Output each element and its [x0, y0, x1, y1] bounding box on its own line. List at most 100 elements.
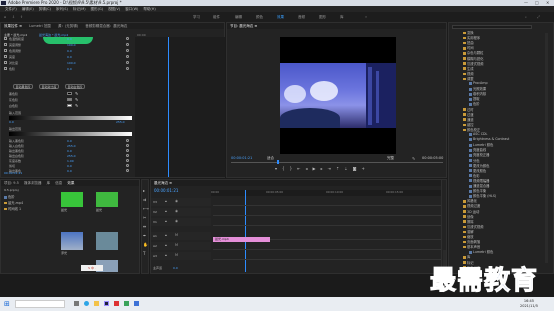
type-tool-icon[interactable]: T: [143, 251, 145, 256]
tab-project[interactable]: 项目: 9.5: [4, 181, 19, 185]
stopwatch-icon[interactable]: [126, 61, 129, 64]
eye-icon[interactable]: ◉: [175, 199, 178, 203]
input-range-low[interactable]: 0.0: [9, 120, 14, 124]
ec-keyframe-area[interactable]: [135, 37, 225, 177]
program-timecode[interactable]: 00:00:01:21: [231, 156, 252, 160]
app-icon[interactable]: [124, 301, 129, 306]
eyedropper-icon[interactable]: ✎: [75, 91, 78, 96]
input-range-high[interactable]: 255.0: [116, 120, 125, 124]
project-item[interactable]: 晨光.mp4: [8, 201, 23, 205]
program-tab-label[interactable]: 节目: 晨光海边 ≡: [230, 24, 257, 28]
ime-toolbar[interactable]: S 中 ·: [81, 265, 103, 271]
workspace-tab-assembly[interactable]: 组件: [213, 12, 220, 22]
track-lane[interactable]: [213, 225, 445, 226]
eyedropper-icon[interactable]: ✎: [75, 97, 78, 102]
ec-param-value[interactable]: 0.0: [67, 49, 72, 53]
ec-param-value[interactable]: 0.0: [67, 37, 72, 41]
thumb-clip[interactable]: [96, 232, 118, 250]
app-icon[interactable]: [134, 301, 139, 306]
workspace-tab-editing[interactable]: 编辑: [235, 12, 242, 22]
tab-libraries[interactable]: 库: [47, 181, 51, 185]
marker-icon[interactable]: ▾: [275, 166, 282, 171]
project-item[interactable]: 时间线 1: [8, 207, 21, 211]
in-point-icon[interactable]: {: [282, 166, 290, 171]
task-view-icon[interactable]: [74, 301, 79, 306]
workspace-tab-graphics[interactable]: 图形: [319, 12, 326, 22]
export-icon[interactable]: ⇧: [20, 12, 23, 22]
menu-item[interactable]: 文件(F): [5, 7, 17, 11]
ec-param-value[interactable]: 255.0: [67, 144, 76, 148]
step-forward-icon[interactable]: ▸: [321, 166, 328, 171]
ec-param-value[interactable]: 255.0: [67, 154, 76, 158]
input-range-gradient[interactable]: [9, 116, 132, 120]
lock-icon[interactable]: 🔒︎: [165, 243, 167, 247]
menu-item[interactable]: 窗口(W): [125, 7, 138, 11]
out-point-icon[interactable]: }: [290, 166, 298, 171]
lock-icon[interactable]: 🔒︎: [165, 209, 167, 213]
timeline-timecode[interactable]: 00:00:01:21: [154, 188, 178, 193]
stopwatch-icon[interactable]: [126, 139, 129, 142]
timeline-playhead[interactable]: [245, 190, 246, 272]
track-header[interactable]: A3 🔒︎ M: [151, 252, 211, 260]
menu-item[interactable]: 标记(M): [73, 7, 86, 11]
ec-playhead[interactable]: [168, 37, 169, 177]
effects-scrollbar[interactable]: [545, 33, 548, 263]
menu-item[interactable]: 图形(G): [91, 7, 103, 11]
track-lane[interactable]: [213, 249, 445, 250]
project-item[interactable]: 色阶: [8, 195, 15, 199]
menu-item[interactable]: 剪辑(C): [39, 7, 51, 11]
import-icon[interactable]: ⇩: [12, 12, 15, 22]
quality-select[interactable]: 完整: [387, 156, 394, 161]
track-header[interactable]: V3 🔒︎ ◉: [151, 198, 211, 206]
tab-audio-clip-mixer[interactable]: 音频剪辑混合器：晨光海边: [85, 24, 127, 28]
go-to-out-icon[interactable]: ⇥: [328, 166, 336, 171]
ec-param-value[interactable]: 100.0: [67, 43, 76, 47]
auto-contrast-button[interactable]: 自动对比度: [39, 84, 59, 89]
lock-icon[interactable]: 🔒︎: [165, 199, 167, 203]
stopwatch-icon[interactable]: [126, 159, 129, 162]
effect-item[interactable]: ProcAmp: [469, 81, 488, 85]
track-lane[interactable]: [213, 259, 445, 260]
effect-item[interactable]: Lumetri 颜色: [469, 249, 493, 254]
thumb-clip[interactable]: [61, 232, 83, 250]
premiere-taskbar-icon[interactable]: [104, 301, 109, 306]
windows-start-icon[interactable]: ⊞: [4, 300, 10, 308]
stopwatch-icon[interactable]: [126, 144, 129, 147]
toggle-animation-icon[interactable]: [4, 61, 7, 64]
toggle-animation-icon[interactable]: [4, 37, 7, 40]
stopwatch-icon[interactable]: [126, 49, 129, 52]
program-scrubber[interactable]: [231, 162, 443, 163]
ec-param-value[interactable]: 0.0: [67, 149, 72, 153]
track-header[interactable]: A2 🔒︎ M: [151, 242, 211, 250]
ec-param-value[interactable]: 0.0: [67, 164, 72, 168]
zoom-fit-select[interactable]: 适合: [267, 156, 274, 161]
clock[interactable]: 16:45 2021/11/5: [520, 299, 538, 309]
lock-icon[interactable]: 🔒︎: [165, 219, 167, 223]
mute-icon[interactable]: M: [175, 253, 178, 257]
workspace-tab-effects[interactable]: 效果: [277, 12, 284, 22]
tab-effects[interactable]: 效果: [67, 181, 74, 185]
mute-icon[interactable]: M: [175, 233, 178, 237]
tab-effect-controls[interactable]: 效果控件 ≡: [4, 24, 22, 28]
ec-param-value[interactable]: 0.0: [67, 169, 72, 173]
track-header[interactable]: V1 🔒︎ ◉: [151, 218, 211, 226]
workspace-tab-libraries[interactable]: 库: [340, 12, 344, 22]
razor-tool-icon[interactable]: ✂: [143, 215, 146, 220]
export-frame-icon[interactable]: ◙: [353, 166, 362, 171]
track-header[interactable]: V2 🔒︎ ◉: [151, 208, 211, 216]
toggle-animation-icon[interactable]: [4, 67, 7, 70]
expand-icon[interactable]: ⤢: [537, 12, 540, 22]
toggle-animation-icon[interactable]: [4, 49, 7, 52]
stopwatch-icon[interactable]: [126, 37, 129, 40]
play-icon[interactable]: ▶: [312, 166, 320, 171]
lock-icon[interactable]: 🔒︎: [165, 253, 167, 257]
stopwatch-icon[interactable]: [126, 43, 129, 46]
program-viewer[interactable]: [280, 37, 396, 154]
tab-info[interactable]: 信息: [55, 181, 62, 185]
menu-item[interactable]: 编辑(E): [22, 7, 34, 11]
toggle-animation-icon[interactable]: [4, 55, 7, 58]
ripple-edit-icon[interactable]: ⟷: [143, 206, 149, 211]
ec-param-value[interactable]: 0.0: [67, 55, 72, 59]
master-track-value[interactable]: 0.0: [173, 266, 178, 270]
stopwatch-icon[interactable]: [126, 154, 129, 157]
